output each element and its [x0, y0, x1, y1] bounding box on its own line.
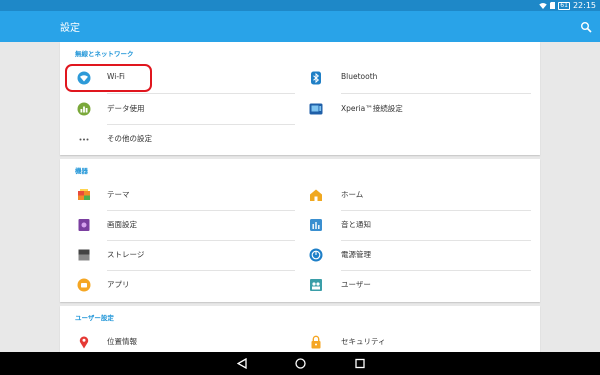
status-bar: 61 22:15 [0, 0, 600, 11]
app-toolbar: 設定 [0, 11, 600, 42]
navigation-bar [0, 352, 600, 375]
more-icon [79, 138, 89, 141]
settings-item-label: 位置情報 [107, 337, 137, 346]
power-icon [309, 248, 323, 262]
settings-item-users[interactable]: ユーザー [300, 270, 540, 300]
settings-item-label: セキュリティ [341, 337, 386, 346]
bluetooth-icon [311, 71, 321, 85]
settings-item-home[interactable]: ホーム [300, 180, 540, 210]
sound-icon [310, 219, 322, 231]
settings-item-more[interactable]: その他の設定 [60, 124, 295, 154]
settings-item-label: ホーム [341, 190, 364, 199]
settings-item-data-usage[interactable]: データ使用 [60, 94, 295, 124]
users-icon [310, 279, 322, 291]
settings-item-power[interactable]: 電源管理 [300, 240, 540, 270]
settings-item-label: アプリ [107, 280, 130, 289]
settings-item-label: テーマ [107, 190, 130, 199]
settings-item-label: 音と通知 [341, 220, 371, 229]
wifi-signal-icon [539, 2, 548, 9]
back-icon[interactable] [237, 358, 247, 369]
settings-item-label: 画面設定 [107, 220, 137, 229]
wireless-networks-section: 無線とネットワーク Wi-Fi Bluetooth データ使用 Xperia™接… [60, 42, 540, 155]
settings-item-label: Xperia™接続設定 [341, 104, 403, 113]
display-icon [78, 219, 90, 231]
settings-item-location[interactable]: 位置情報 [60, 327, 295, 352]
settings-item-label: 電源管理 [341, 250, 371, 259]
home-icon [310, 189, 322, 201]
user-settings-section: ユーザー設定 位置情報 セキュリティ [60, 306, 540, 352]
storage-icon [78, 249, 90, 261]
page-title: 設定 [60, 23, 80, 34]
recent-apps-icon[interactable] [355, 358, 365, 369]
location-icon [79, 336, 89, 349]
battery-indicator: 61 [558, 1, 570, 10]
settings-item-theme[interactable]: テーマ [60, 180, 295, 210]
home-nav-icon[interactable] [295, 358, 306, 369]
settings-item-label: データ使用 [107, 104, 145, 113]
section-header-user: ユーザー設定 [75, 314, 114, 322]
xperia-connect-icon [309, 103, 323, 115]
settings-item-xperia-connect[interactable]: Xperia™接続設定 [300, 94, 540, 124]
settings-item-storage[interactable]: ストレージ [60, 240, 295, 270]
device-section: 機器 テーマ ホーム 画面設定 音と通知 ストレージ 電源管理 アプリ ユーザー [60, 159, 540, 302]
settings-item-display[interactable]: 画面設定 [60, 210, 295, 240]
settings-item-label: ストレージ [107, 250, 145, 259]
data-usage-icon [77, 102, 91, 116]
settings-item-sound[interactable]: 音と通知 [300, 210, 540, 240]
settings-item-label: ユーザー [341, 280, 371, 289]
clock: 22:15 [572, 1, 596, 10]
section-header-device: 機器 [75, 167, 88, 175]
no-sim-icon [550, 2, 556, 9]
security-icon [311, 335, 321, 349]
search-icon[interactable] [580, 21, 592, 33]
section-header-wireless: 無線とネットワーク [75, 50, 134, 58]
theme-icon [78, 189, 90, 200]
settings-item-security[interactable]: セキュリティ [300, 327, 540, 352]
wifi-highlight-outline [65, 64, 152, 92]
apps-icon [77, 278, 91, 292]
settings-item-label: その他の設定 [107, 134, 152, 143]
settings-item-bluetooth[interactable]: Bluetooth [300, 63, 540, 93]
settings-item-apps[interactable]: アプリ [60, 270, 295, 300]
settings-item-label: Bluetooth [341, 72, 378, 81]
